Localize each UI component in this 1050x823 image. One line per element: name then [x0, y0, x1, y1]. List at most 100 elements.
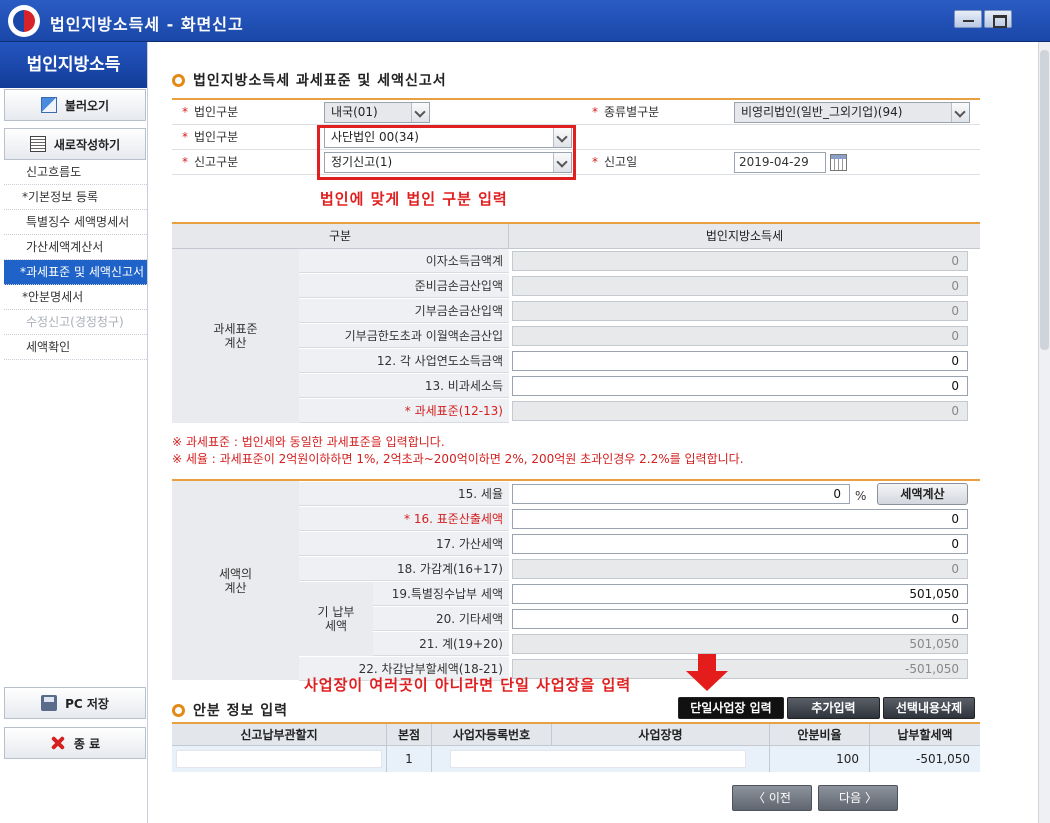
ratio-cell: 100: [770, 746, 870, 772]
load-icon: [40, 97, 57, 113]
floppy-disk-icon: [41, 695, 58, 711]
sidebar-item-tax-check[interactable]: 세액확인: [4, 335, 147, 360]
tax-rate-input[interactable]: 0: [512, 484, 850, 504]
sidebar-header: 법인지방소득: [0, 42, 147, 88]
sidebar-item-amended-return: 수정신고(경정청구): [4, 310, 147, 335]
column-header-tax-amount: 납부할세액: [870, 724, 980, 746]
chevron-down-icon[interactable]: [951, 103, 969, 122]
tax-base-row-label: 13. 비과세소득: [299, 374, 509, 398]
tax-base-row-value: 0: [512, 251, 968, 271]
minimize-button[interactable]: [954, 10, 982, 28]
delete-selected-button[interactable]: 선택내용삭제: [883, 697, 975, 719]
calculate-tax-button[interactable]: 세액계산: [877, 483, 968, 505]
calendar-icon[interactable]: [830, 154, 847, 171]
category-select[interactable]: 비영리법인(일반_그외기업)(94): [734, 102, 970, 123]
info-row-2: * 법인구분 사단법인 00(34): [172, 125, 980, 150]
main-content: 법인지방소득세 과세표준 및 세액신고서 * 법인구분 내국(01) * 종류별구분…: [160, 42, 1036, 823]
sidebar-item-basic-info[interactable]: *기본정보 등록: [4, 185, 147, 210]
prepaid-tax-row-label: 21. 계(19+20): [373, 632, 509, 656]
tax-base-row-label: 기부금손금산입액: [299, 299, 509, 323]
prepaid-tax-group-label: 기 납부 세액: [299, 582, 373, 657]
tax-rate-label: 15. 세율: [299, 482, 509, 506]
single-site-button[interactable]: 단일사업장 입력: [678, 697, 784, 719]
tax-base-row-value[interactable]: 0: [512, 376, 968, 396]
prepaid-tax-row-value[interactable]: 0: [512, 609, 968, 629]
tax-calc-group-label: 세액의 계산: [172, 481, 299, 681]
tax-calc-row-value[interactable]: 0: [512, 534, 968, 554]
info-row-3: * 신고구분 정기신고(1) * 신고일 2019-04-29: [172, 150, 980, 175]
window-titlebar: 법인지방소득세 - 화면신고: [0, 0, 1050, 42]
biz-name-input[interactable]: [450, 750, 746, 768]
maximize-button[interactable]: [984, 10, 1012, 28]
corp-type-select[interactable]: 내국(01): [324, 102, 430, 123]
alloc-section-title: 안분 정보 입력: [172, 700, 288, 720]
column-header-head-office: 본점: [387, 724, 432, 746]
tax-base-row-label: 준비금손금산입액: [299, 274, 509, 298]
sidebar: 법인지방소득 불러오기 새로작성하기 신고흐름도 *기본정보 등록 특별징수 세…: [0, 42, 148, 823]
section-title: 법인지방소득세 과세표준 및 세액신고서: [172, 70, 447, 90]
bullet-icon: [172, 73, 185, 87]
head-office-cell: 1: [387, 746, 432, 772]
tax-calc-row-value: 0: [512, 559, 968, 579]
percent-unit: %: [855, 489, 867, 503]
annotation-corp-kind: 법인에 맞게 법인 구분 입력: [320, 190, 508, 208]
report-date-label: 신고일: [604, 155, 638, 169]
column-header-category: 구분: [172, 224, 509, 249]
tax-base-row-label: * 과세표준(12-13): [299, 399, 509, 423]
info-row-1: * 법인구분 내국(01) * 종류별구분 비영리법인(일반_그외기업)(94): [172, 100, 980, 125]
jurisdiction-input[interactable]: [176, 750, 382, 768]
prev-button[interactable]: 〈 이전: [732, 785, 812, 811]
biz-cell: [432, 746, 770, 772]
note-tax-rate: ※ 세율 : 과세표준이 2억원이하하면 1%, 2억초과~200억이하면 2%…: [172, 452, 744, 466]
column-header-biz-name: 사업장명: [552, 724, 770, 746]
document-icon: [29, 136, 46, 152]
tax-base-row-value: 0: [512, 326, 968, 346]
tax-amount-cell: -501,050: [870, 746, 980, 772]
exit-button[interactable]: 종 료: [4, 727, 146, 759]
report-date-input[interactable]: 2019-04-29: [734, 152, 826, 173]
column-header-biz-no: 사업자등록번호: [432, 724, 552, 746]
corp-type-label: 법인구분: [194, 105, 239, 119]
highlight-box: [317, 125, 576, 180]
tax-base-row-value: 0: [512, 276, 968, 296]
tax-base-row-label: 기부금한도초과 이월액손금산입: [299, 324, 509, 348]
close-icon: [50, 735, 66, 751]
tax-calc-row-label: 17. 가산세액: [299, 532, 509, 556]
new-document-button[interactable]: 새로작성하기: [4, 128, 146, 160]
chevron-down-icon[interactable]: [411, 103, 429, 122]
tax-calc-row-label: * 16. 표준산출세액: [299, 507, 509, 531]
down-arrow-icon: [686, 654, 728, 692]
prepaid-tax-row-value[interactable]: 501,050: [512, 584, 968, 604]
add-row-button[interactable]: 추가입력: [787, 697, 880, 719]
sidebar-item-allocation[interactable]: *안분명세서: [4, 285, 147, 310]
category-label: 종류별구분: [604, 105, 660, 119]
sidebar-menu: 신고흐름도 *기본정보 등록 특별징수 세액명세서 가산세액계산서 *과세표준 …: [4, 160, 147, 360]
tax-calc-row-value[interactable]: 0: [512, 509, 968, 529]
report-type-label: 신고구분: [194, 155, 239, 169]
tax-base-row-value[interactable]: 0: [512, 351, 968, 371]
sidebar-item-flowchart[interactable]: 신고흐름도: [4, 160, 147, 185]
load-button[interactable]: 불러오기: [4, 89, 146, 121]
column-header-jurisdiction: 신고납부관할지: [172, 724, 387, 746]
tax-base-group-label: 과세표준 계산: [172, 249, 299, 424]
tax-base-row-value: 0: [512, 401, 968, 421]
sidebar-item-penalty-tax[interactable]: 가산세액계산서: [4, 235, 147, 260]
note-tax-base: ※ 과세표준 : 법인세와 동일한 과세표준을 입력합니다.: [172, 435, 445, 449]
government-logo-icon: [8, 5, 40, 37]
sidebar-item-tax-return[interactable]: *과세표준 및 세액신고서: [4, 260, 147, 285]
window-title: 법인지방소득세 - 화면신고: [50, 15, 244, 34]
table-row[interactable]: [172, 746, 387, 772]
bullet-icon: [172, 703, 185, 717]
tax-base-row-value: 0: [512, 301, 968, 321]
scrollbar-thumb[interactable]: [1040, 50, 1049, 350]
pc-save-button[interactable]: PC 저장: [4, 687, 146, 719]
column-header-ratio: 안분비율: [770, 724, 870, 746]
tax-base-row-label: 12. 각 사업연도소득금액: [299, 349, 509, 373]
prepaid-tax-row-value: 501,050: [512, 634, 968, 654]
column-header-tax: 법인지방소득세: [509, 224, 980, 249]
tax-calc-row-label: 18. 가감계(16+17): [299, 557, 509, 581]
prepaid-tax-row-label: 20. 기타세액: [373, 607, 509, 631]
vertical-scrollbar[interactable]: [1038, 42, 1050, 823]
next-button[interactable]: 다음 〉: [818, 785, 898, 811]
sidebar-item-withholding[interactable]: 특별징수 세액명세서: [4, 210, 147, 235]
